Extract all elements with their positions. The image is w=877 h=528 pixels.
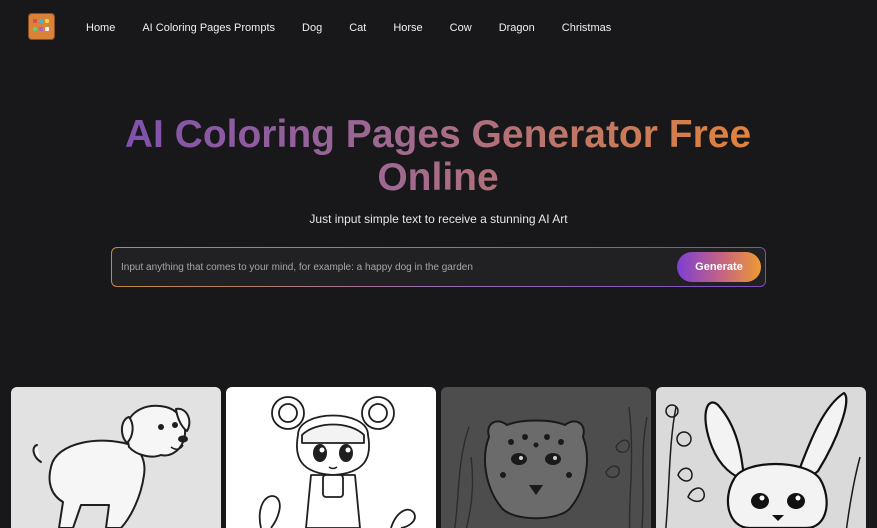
gallery-card-rabbit[interactable] xyxy=(656,387,866,528)
rabbit-illustration xyxy=(656,387,866,528)
logo-dot xyxy=(33,19,37,23)
nav-link-home[interactable]: Home xyxy=(86,22,115,34)
logo-dot xyxy=(39,27,43,31)
prompt-bar-inner: Generate xyxy=(112,248,765,286)
gallery-card-girl[interactable] xyxy=(226,387,436,528)
hero-title: AI Coloring Pages Generator Free Online xyxy=(98,113,778,199)
logo-dot xyxy=(45,27,49,31)
logo-dot xyxy=(45,19,49,23)
nav-link-prompts[interactable]: AI Coloring Pages Prompts xyxy=(142,22,275,34)
nav-link-cow[interactable]: Cow xyxy=(450,22,472,34)
nav-link-dragon[interactable]: Dragon xyxy=(499,22,535,34)
nav-links: Home AI Coloring Pages Prompts Dog Cat H… xyxy=(86,20,638,36)
top-navigation: Home AI Coloring Pages Prompts Dog Cat H… xyxy=(0,0,877,56)
nav-link-dog[interactable]: Dog xyxy=(302,22,322,34)
gallery-card-leopard[interactable] xyxy=(441,387,651,528)
generate-button[interactable]: Generate xyxy=(677,252,761,282)
prompt-bar: Generate xyxy=(111,247,766,287)
prompt-input[interactable] xyxy=(121,248,661,286)
logo-dot xyxy=(33,27,37,31)
hero-subtitle: Just input simple text to receive a stun… xyxy=(309,212,568,226)
nav-link-horse[interactable]: Horse xyxy=(393,22,422,34)
puppy-illustration xyxy=(11,387,221,528)
sample-gallery xyxy=(11,387,866,528)
leopard-illustration xyxy=(441,387,651,528)
site-logo[interactable] xyxy=(28,13,55,40)
girl-illustration xyxy=(226,387,436,528)
nav-link-christmas[interactable]: Christmas xyxy=(562,22,612,34)
nav-link-cat[interactable]: Cat xyxy=(349,22,366,34)
logo-dot xyxy=(39,19,43,23)
gallery-card-puppy[interactable] xyxy=(11,387,221,528)
